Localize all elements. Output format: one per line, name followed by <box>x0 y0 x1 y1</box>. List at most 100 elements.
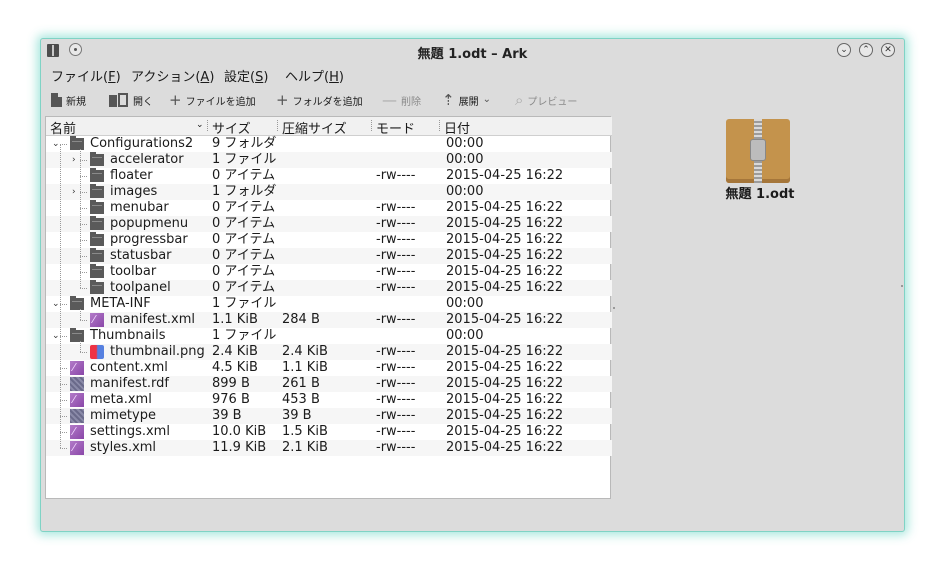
folder-icon <box>90 184 104 198</box>
open-icon <box>109 93 129 107</box>
add-folder-button[interactable]: + フォルダを追加 <box>276 91 363 109</box>
new-button[interactable]: 新規 <box>51 91 86 109</box>
file-name: META-INF <box>90 296 151 311</box>
file-date: 2015-04-25 16:22 <box>446 312 564 327</box>
file-compressed-size: 1.1 KiB <box>282 360 328 375</box>
table-row[interactable]: manifest.rdf 899 B 261 B -rw---- 2015-04-25 … <box>46 376 612 392</box>
file-mode: -rw---- <box>376 312 416 327</box>
file-date: 00:00 <box>446 296 484 311</box>
file-name: Thumbnails <box>90 328 166 343</box>
chevron-down-icon[interactable]: ⌄ <box>52 296 60 312</box>
chevron-down-icon[interactable]: ⌄ <box>52 328 60 344</box>
minimize-button[interactable]: ⌄ <box>837 43 851 57</box>
table-row[interactable]: floater 0 アイテム -rw---- 2015-04-25 16:22 <box>46 168 612 184</box>
file-size: 976 B <box>212 392 250 407</box>
extract-icon: ⇡ <box>442 91 455 109</box>
file-size: 4.5 KiB <box>212 360 258 375</box>
file-name: toolpanel <box>110 280 171 295</box>
file-date: 2015-04-25 16:22 <box>446 376 564 391</box>
file-size: 0 アイテム <box>212 264 276 279</box>
table-row[interactable]: styles.xml 11.9 KiB 2.1 KiB -rw---- 2015-04-… <box>46 440 612 456</box>
menu-file[interactable]: ファイル(F) <box>51 66 121 85</box>
file-mode: -rw---- <box>376 216 416 231</box>
file-mode: -rw---- <box>376 424 416 439</box>
folder-icon <box>90 248 104 262</box>
file-name: manifest.rdf <box>90 376 170 391</box>
table-row[interactable]: popupmenu 0 アイテム -rw---- 2015-04-25 16:22 <box>46 216 612 232</box>
menu-settings[interactable]: 設定(S) <box>224 66 268 85</box>
chevron-right-icon[interactable]: › <box>72 152 76 168</box>
file-name: popupmenu <box>110 216 189 231</box>
sort-chevron-icon[interactable]: ⌄ <box>196 120 204 130</box>
folder-icon <box>90 152 104 166</box>
file-name: Configurations2 <box>90 136 194 151</box>
file-icon <box>70 377 84 391</box>
column-mode-header[interactable]: モード <box>376 118 415 137</box>
file-date: 00:00 <box>446 328 484 343</box>
table-row[interactable]: progressbar 0 アイテム -rw---- 2015-04-25 16:22 <box>46 232 612 248</box>
file-name: accelerator <box>110 152 184 167</box>
table-row[interactable]: › accelerator 1 ファイル 00:00 <box>46 152 612 168</box>
file-size: 1 フォルダ <box>212 184 277 199</box>
archive-file-list[interactable]: 名前 ⌄ サイズ 圧縮サイズ モード 日付 ⌄ Configurations2 9 … <box>45 116 612 499</box>
file-size: 0 アイテム <box>212 168 276 183</box>
file-size: 0 アイテム <box>212 200 276 215</box>
file-mode: -rw---- <box>376 376 416 391</box>
add-files-button[interactable]: + ファイルを追加 <box>169 91 256 109</box>
file-icon <box>70 409 84 423</box>
column-size-header[interactable]: サイズ <box>212 118 251 137</box>
table-row[interactable]: settings.xml 10.0 KiB 1.5 KiB -rw---- 2015-0… <box>46 424 612 440</box>
menu-help[interactable]: ヘルプ(H) <box>285 66 344 85</box>
table-row[interactable]: ⌄ Configurations2 9 フォルダ 00:00 <box>46 136 612 152</box>
file-date: 2015-04-25 16:22 <box>446 392 564 407</box>
menu-action[interactable]: アクション(A) <box>131 66 214 85</box>
table-row[interactable]: ⌄ META-INF 1 ファイル 00:00 <box>46 296 612 312</box>
file-size: 1 ファイル <box>212 152 277 167</box>
folder-icon <box>70 136 84 150</box>
file-size: 9 フォルダ <box>212 136 277 151</box>
plus-icon: + <box>276 91 289 109</box>
file-compressed-size: 453 B <box>282 392 320 407</box>
chevron-right-icon[interactable]: › <box>72 184 76 200</box>
splitter-handle[interactable] <box>613 307 615 309</box>
table-row[interactable]: statusbar 0 アイテム -rw---- 2015-04-25 16:22 <box>46 248 612 264</box>
file-date: 2015-04-25 16:22 <box>446 248 564 263</box>
minus-icon: — <box>382 91 397 109</box>
preview-filename: 無題 1.odt <box>725 187 795 202</box>
file-size: 1.1 KiB <box>212 312 258 327</box>
chevron-down-icon[interactable]: ⌄ <box>52 136 60 152</box>
table-row[interactable]: thumbnail.png 2.4 KiB 2.4 KiB -rw---- 2015-0… <box>46 344 612 360</box>
file-mode: -rw---- <box>376 248 416 263</box>
file-size: 2.4 KiB <box>212 344 258 359</box>
table-row[interactable]: ⌄ Thumbnails 1 ファイル 00:00 <box>46 328 612 344</box>
file-compressed-size: 284 B <box>282 312 320 327</box>
column-date-header[interactable]: 日付 <box>444 118 470 137</box>
maximize-button[interactable]: ⌃ <box>859 43 873 57</box>
file-date: 00:00 <box>446 184 484 199</box>
file-compressed-size: 1.5 KiB <box>282 424 328 439</box>
table-row[interactable]: content.xml 4.5 KiB 1.1 KiB -rw---- 2015-04-… <box>46 360 612 376</box>
file-name: styles.xml <box>90 440 157 455</box>
file-mode: -rw---- <box>376 408 416 423</box>
preview-button[interactable]: ⌕ プレビュー <box>515 91 577 109</box>
table-row[interactable]: manifest.xml 1.1 KiB 284 B -rw---- 2015-04-2… <box>46 312 612 328</box>
table-row[interactable]: toolbar 0 アイテム -rw---- 2015-04-25 16:22 <box>46 264 612 280</box>
column-name-header[interactable]: 名前 <box>50 118 76 137</box>
open-button[interactable]: 開く <box>109 91 153 109</box>
table-row[interactable]: meta.xml 976 B 453 B -rw---- 2015-04-25 16:2… <box>46 392 612 408</box>
table-row[interactable]: menubar 0 アイテム -rw---- 2015-04-25 16:22 <box>46 200 612 216</box>
extract-button[interactable]: ⇡ 展開 ⌄ <box>442 91 491 109</box>
toolbar: 新規 開く + ファイルを追加 + フォルダを追加 — 削除 ⇡ 展開 ⌄ ⌕ プレビュー <box>41 86 904 112</box>
folder-icon <box>90 232 104 246</box>
table-row[interactable]: mimetype 39 B 39 B -rw---- 2015-04-25 16:22 <box>46 408 612 424</box>
table-row[interactable]: › images 1 フォルダ 00:00 <box>46 184 612 200</box>
preview-icon: ⌕ <box>515 91 524 109</box>
file-name: content.xml <box>90 360 168 375</box>
close-button[interactable]: ✕ <box>881 43 895 57</box>
column-compressed-header[interactable]: 圧縮サイズ <box>282 118 347 137</box>
delete-button[interactable]: — 削除 <box>382 91 421 109</box>
table-row[interactable]: toolpanel 0 アイテム -rw---- 2015-04-25 16:22 <box>46 280 612 296</box>
file-mode: -rw---- <box>376 440 416 455</box>
file-compressed-size: 261 B <box>282 376 320 391</box>
chevron-down-icon[interactable]: ⌄ <box>483 92 491 108</box>
